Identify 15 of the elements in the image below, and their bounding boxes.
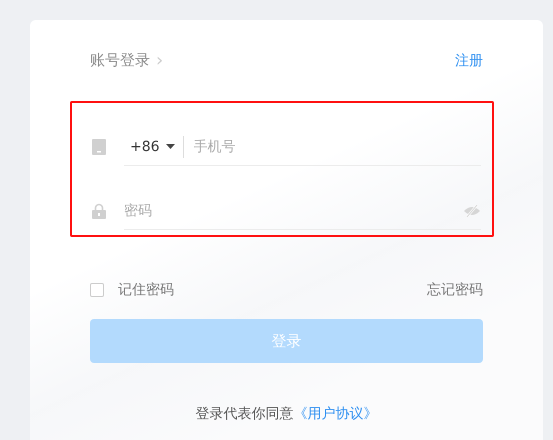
phone-field[interactable]: 手机号 [194, 138, 481, 154]
user-agreement-link[interactable]: 《用户协议》 [294, 406, 378, 422]
register-link[interactable]: 注册 [455, 52, 483, 70]
caret-icon [166, 144, 175, 149]
chevron-icon: › [156, 50, 164, 71]
country-code-dropdown[interactable]: +86 [124, 136, 184, 158]
forgot-password-link[interactable]: 忘记密码 [427, 281, 483, 299]
password-field[interactable]: 密码 [124, 202, 463, 218]
lock-icon [92, 203, 106, 219]
phone-icon [92, 139, 106, 155]
agreement-text: 登录代表你同意《用户协议》 [194, 405, 378, 423]
remember-label: 记住密码 [118, 281, 174, 299]
login-title: 账号登录 [90, 51, 150, 70]
remember-checkbox[interactable] [90, 283, 104, 297]
hidden-eye-icon[interactable] [463, 204, 481, 216]
